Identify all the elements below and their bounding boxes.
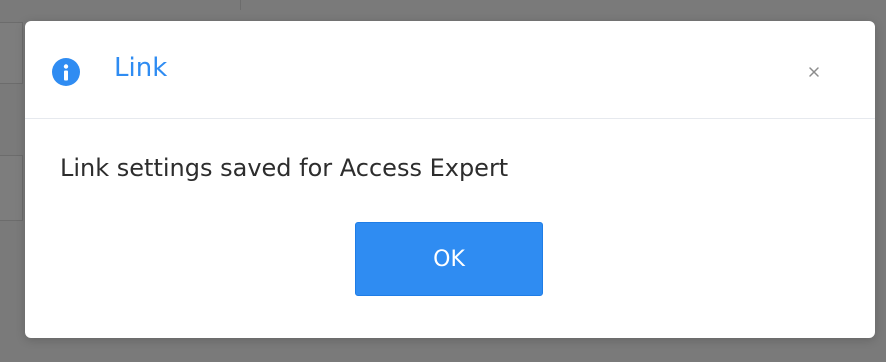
dialog-message: Link settings saved for Access Expert xyxy=(60,154,509,182)
background-divider xyxy=(240,0,241,10)
info-icon xyxy=(52,58,80,86)
ok-button[interactable]: OK xyxy=(355,222,543,296)
dialog-title: Link xyxy=(114,53,168,83)
dialog-header: Link xyxy=(25,21,875,119)
close-icon[interactable] xyxy=(799,57,829,87)
background-panel xyxy=(0,155,23,221)
info-dialog: Link Link settings saved for Access Expe… xyxy=(25,21,875,338)
background-panel xyxy=(0,22,23,84)
